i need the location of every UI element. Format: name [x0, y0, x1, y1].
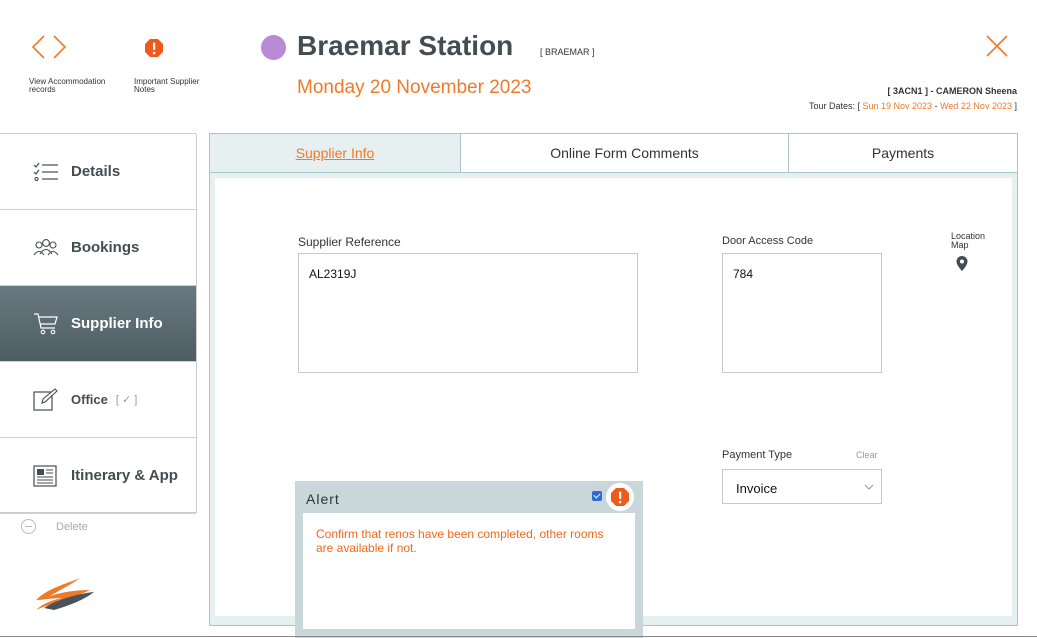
alert-card: Alert Confirm that renos have been compl… — [295, 481, 643, 638]
company-logo — [32, 570, 96, 614]
newspaper-icon — [33, 464, 59, 488]
office-check-marker: [ ✓ ] — [115, 394, 138, 406]
group-icon — [33, 236, 59, 260]
record-nav-arrows[interactable] — [30, 34, 70, 60]
alert-octagon-icon — [611, 488, 629, 506]
tour-dates-prefix: Tour Dates: [ — [808, 101, 860, 111]
alert-octagon-icon — [145, 39, 163, 57]
tour-start-date: Sun 19 Nov 2023 — [862, 101, 933, 111]
close-icon — [986, 35, 1008, 57]
tab-payments[interactable]: Payments — [789, 134, 1017, 172]
footer-divider — [0, 636, 1037, 637]
tour-dates-suffix: ] — [1014, 101, 1017, 111]
tour-end-date: Wed 22 Nov 2023 — [940, 101, 1012, 111]
sidebar-item-supplier-info[interactable]: Supplier Info — [0, 286, 196, 362]
sidebar-item-bookings[interactable]: Bookings — [0, 210, 196, 286]
sidebar: Details Bookings Supplier Info Office [… — [0, 134, 197, 514]
main-panel: Supplier Info Online Form Comments Payme… — [209, 133, 1018, 638]
delete-button[interactable]: Delete — [21, 519, 88, 534]
status-dot — [261, 35, 286, 60]
tab-bar: Supplier Info Online Form Comments Payme… — [210, 133, 1017, 173]
close-button[interactable] — [985, 34, 1009, 58]
page-date: Monday 20 November 2023 — [297, 77, 532, 98]
sidebar-item-label: Supplier Info — [71, 315, 163, 332]
payment-clear-link[interactable]: Clear — [856, 450, 878, 460]
supplier-reference-field[interactable]: AL2319J — [298, 253, 638, 373]
sidebar-item-itinerary[interactable]: Itinerary & App — [0, 438, 196, 514]
sidebar-item-label: Bookings — [71, 239, 140, 256]
tab-supplier-info[interactable]: Supplier Info — [210, 134, 461, 172]
sidebar-item-office[interactable]: Office [ ✓ ] — [0, 362, 196, 438]
tour-dates: Tour Dates: [ Sun 19 Nov 2023 - Wed 22 N… — [809, 101, 1017, 111]
location-map-label: Location Map — [951, 231, 986, 250]
sidebar-item-label: Itinerary & App — [71, 467, 178, 484]
chevron-down-icon — [864, 484, 874, 490]
tab-online-form-comments[interactable]: Online Form Comments — [461, 134, 789, 172]
nav-caption: View Accommodation records — [29, 77, 106, 94]
supplier-reference-label: Supplier Reference — [298, 235, 401, 249]
minus-circle-icon — [21, 519, 36, 534]
supplier-notes-button[interactable] — [144, 38, 164, 58]
delete-label: Delete — [56, 520, 88, 533]
tour-date-separator: - — [934, 101, 938, 111]
alert-message[interactable]: Confirm that renos have been completed, … — [303, 513, 635, 629]
door-access-code-label: Door Access Code — [722, 235, 814, 247]
sidebar-item-label: Office — [71, 392, 108, 407]
sidebar-item-details[interactable]: Details — [0, 134, 196, 210]
page-title: Braemar Station — [297, 30, 514, 61]
location-pin-icon[interactable] — [956, 256, 968, 272]
door-access-code-field[interactable]: 784 — [722, 253, 882, 373]
cart-icon — [33, 312, 59, 336]
edit-icon — [33, 387, 59, 412]
station-code: [ BRAEMAR ] — [540, 47, 595, 57]
notes-caption: Important Supplier Notes — [134, 77, 200, 94]
alert-title: Alert — [306, 491, 340, 507]
alert-badge — [606, 483, 634, 511]
sidebar-item-label: Details — [71, 163, 121, 180]
payment-type-value: Invoice — [736, 481, 778, 496]
chevron-left-right-icon — [31, 35, 67, 59]
supplier-info-content: Supplier Reference AL2319J Door Access C… — [215, 178, 1012, 638]
payment-type-label: Payment Type — [722, 449, 793, 461]
list-check-icon — [33, 160, 59, 184]
alert-checkbox[interactable] — [592, 491, 602, 501]
payment-type-select[interactable]: Invoice — [722, 469, 882, 504]
tour-code: [ 3ACN1 ] - CAMERON Sheena — [887, 86, 1017, 96]
